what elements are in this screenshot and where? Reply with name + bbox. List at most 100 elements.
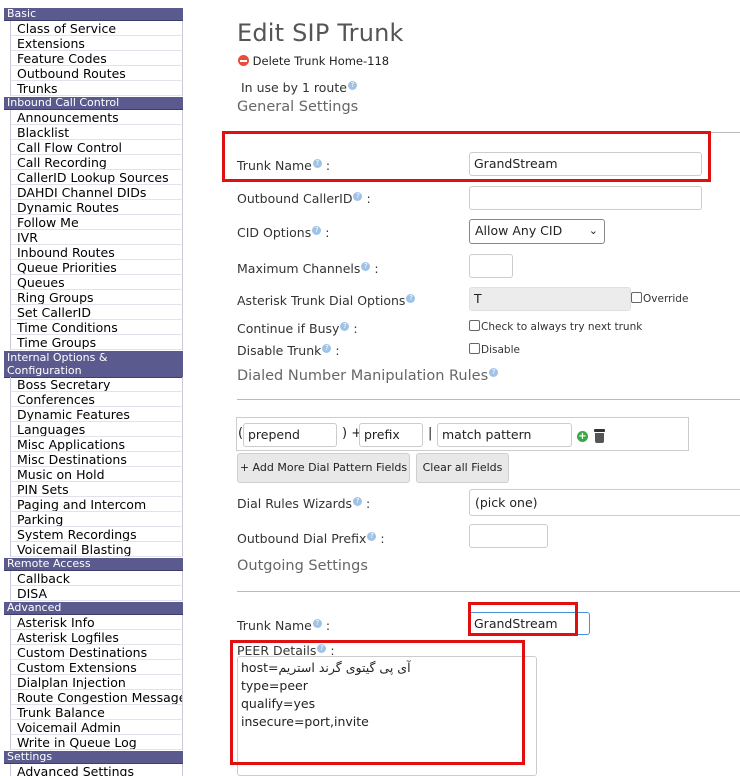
nav-item-boss-secretary[interactable]: Boss Secretary (10, 377, 183, 392)
nav-item-advanced-settings[interactable]: Advanced Settings (10, 764, 183, 776)
help-icon[interactable]: ? (489, 368, 499, 378)
sidebar-nav: Basic Class of Service Extensions Featur… (0, 0, 190, 776)
in-use-text: In use by 1 route? (241, 80, 357, 95)
nav-item-callerid-lookup[interactable]: CallerID Lookup Sources (10, 170, 183, 185)
page-title: Edit SIP Trunk (237, 19, 404, 47)
nav-item-queue-priorities[interactable]: Queue Priorities (10, 260, 183, 275)
disable-checkbox-box[interactable] (469, 343, 480, 354)
nav-item-extensions[interactable]: Extensions (10, 36, 183, 51)
help-icon[interactable]: ? (406, 293, 416, 303)
help-icon[interactable]: ? (312, 225, 322, 235)
nav-item-dynamic-routes[interactable]: Dynamic Routes (10, 200, 183, 215)
outbound-prefix-input[interactable] (469, 524, 548, 548)
cid-options-value: Allow Any CID (475, 223, 563, 238)
nav-item-outbound-routes[interactable]: Outbound Routes (10, 66, 183, 81)
nav-item-feature-codes[interactable]: Feature Codes (10, 51, 183, 66)
continue-busy-checkbox-box[interactable] (469, 320, 480, 331)
nav-item-callback[interactable]: Callback (10, 571, 183, 586)
nav-item-announcements[interactable]: Announcements (10, 110, 183, 125)
continue-busy-checkbox[interactable]: Check to always try next trunk (469, 320, 642, 333)
help-icon[interactable]: ? (312, 158, 322, 168)
nav-item-system-recordings[interactable]: System Recordings (10, 527, 183, 542)
nav-item-voicemail-blasting[interactable]: Voicemail Blasting (10, 542, 183, 557)
nav-item-conferences[interactable]: Conferences (10, 392, 183, 407)
disable-trunk-colon: : (335, 343, 340, 358)
nav-item-asterisk-info[interactable]: Asterisk Info (10, 615, 183, 630)
nav-item-class-of-service[interactable]: Class of Service (10, 21, 183, 36)
nav-item-misc-applications[interactable]: Misc Applications (10, 437, 183, 452)
nav-item-languages[interactable]: Languages (10, 422, 183, 437)
nav-item-blacklist[interactable]: Blacklist (10, 125, 183, 140)
nav-item-call-recording[interactable]: Call Recording (10, 155, 183, 170)
help-icon[interactable]: ? (340, 321, 350, 331)
help-icon[interactable]: ? (317, 643, 327, 653)
nav-item-ivr[interactable]: IVR (10, 230, 183, 245)
prefix-input[interactable]: prefix (359, 423, 423, 447)
help-icon[interactable]: ? (353, 191, 363, 201)
out-trunk-name-label-text: Trunk Name (237, 618, 312, 633)
add-more-dial-pattern-button[interactable]: + Add More Dial Pattern Fields (237, 453, 410, 483)
nav-item-misc-destinations[interactable]: Misc Destinations (10, 452, 183, 467)
peer-details-textarea[interactable]: host=آی پی گیتوی گرند استریم type=peer q… (237, 656, 537, 776)
nav-item-custom-destinations[interactable]: Custom Destinations (10, 645, 183, 660)
help-icon[interactable]: ? (347, 80, 357, 90)
nav-item-ring-groups[interactable]: Ring Groups (10, 290, 183, 305)
nav-item-dahdi-dids[interactable]: DAHDI Channel DIDs (10, 185, 183, 200)
cid-options-select[interactable]: Allow Any CID ⌄ (469, 219, 605, 244)
help-icon[interactable]: ? (367, 531, 377, 541)
clear-all-fields-button[interactable]: Clear all Fields (416, 453, 509, 483)
nav-item-paging-intercom[interactable]: Paging and Intercom (10, 497, 183, 512)
match-pattern-input[interactable]: match pattern (437, 423, 572, 447)
cid-options-label-text: CID Options (237, 225, 312, 240)
nav-item-set-callerid[interactable]: Set CallerID (10, 305, 183, 320)
disable-checkbox[interactable]: Disable (469, 343, 520, 356)
cid-options-colon: : (325, 225, 330, 240)
nav-item-route-congestion[interactable]: Route Congestion Messages (10, 690, 183, 705)
nav-item-asterisk-logfiles[interactable]: Asterisk Logfiles (10, 630, 183, 645)
trunk-name-colon: : (325, 158, 331, 173)
nav-item-voicemail-admin[interactable]: Voicemail Admin (10, 720, 183, 735)
nav-item-dialplan-injection[interactable]: Dialplan Injection (10, 675, 183, 690)
override-checkbox[interactable]: Override (631, 292, 688, 305)
delete-trunk-link[interactable]: Delete Trunk Home-118 (238, 54, 389, 68)
trash-icon[interactable] (594, 429, 605, 443)
trunk-name-input[interactable]: GrandStream (469, 152, 702, 176)
help-icon[interactable]: ? (322, 343, 332, 353)
max-channels-label: Maximum Channels? : (237, 261, 379, 276)
nav-item-follow-me[interactable]: Follow Me (10, 215, 183, 230)
nav-item-custom-extensions[interactable]: Custom Extensions (10, 660, 183, 675)
nav-section-inbound: Inbound Call Control (4, 97, 183, 110)
in-use-label: In use by 1 route (241, 80, 347, 95)
outbound-callerid-label-text: Outbound CallerID (237, 191, 353, 206)
peer-line: insecure=port,invite (241, 714, 369, 729)
nav-item-disa[interactable]: DISA (10, 586, 183, 601)
out-trunk-name-input[interactable]: GrandStream (469, 612, 590, 635)
dialed-rules-title: Dialed Number Manipulation Rules? (237, 368, 499, 384)
out-trunk-name-colon: : (325, 618, 331, 633)
override-checkbox-box[interactable] (631, 292, 642, 303)
help-icon[interactable]: ? (353, 496, 363, 506)
nav-item-trunks[interactable]: Trunks (10, 81, 183, 96)
nav-section-settings: Settings (4, 751, 183, 764)
dial-wizards-select[interactable]: (pick one) (469, 489, 740, 516)
nav-item-pin-sets[interactable]: PIN Sets (10, 482, 183, 497)
nav-item-trunk-balance[interactable]: Trunk Balance (10, 705, 183, 720)
max-channels-input[interactable] (469, 254, 513, 278)
pipe-separator: | (428, 426, 433, 441)
add-pattern-icon[interactable]: + (577, 431, 588, 442)
nav-item-queues[interactable]: Queues (10, 275, 183, 290)
prepend-input[interactable]: prepend (243, 423, 337, 447)
nav-item-time-conditions[interactable]: Time Conditions (10, 320, 183, 335)
help-icon[interactable]: ? (361, 261, 371, 271)
nav-item-parking[interactable]: Parking (10, 512, 183, 527)
nav-item-call-flow-control[interactable]: Call Flow Control (10, 140, 183, 155)
nav-item-inbound-routes[interactable]: Inbound Routes (10, 245, 183, 260)
nav-item-music-on-hold[interactable]: Music on Hold (10, 467, 183, 482)
help-icon[interactable]: ? (312, 618, 322, 628)
nav-item-time-groups[interactable]: Time Groups (10, 335, 183, 350)
dial-options-input[interactable]: T (469, 287, 631, 311)
nav-item-write-queue-log[interactable]: Write in Queue Log (10, 735, 183, 750)
dial-wizards-label: Dial Rules Wizards? : (237, 496, 370, 511)
nav-item-dynamic-features[interactable]: Dynamic Features (10, 407, 183, 422)
outbound-callerid-input[interactable] (469, 186, 702, 210)
